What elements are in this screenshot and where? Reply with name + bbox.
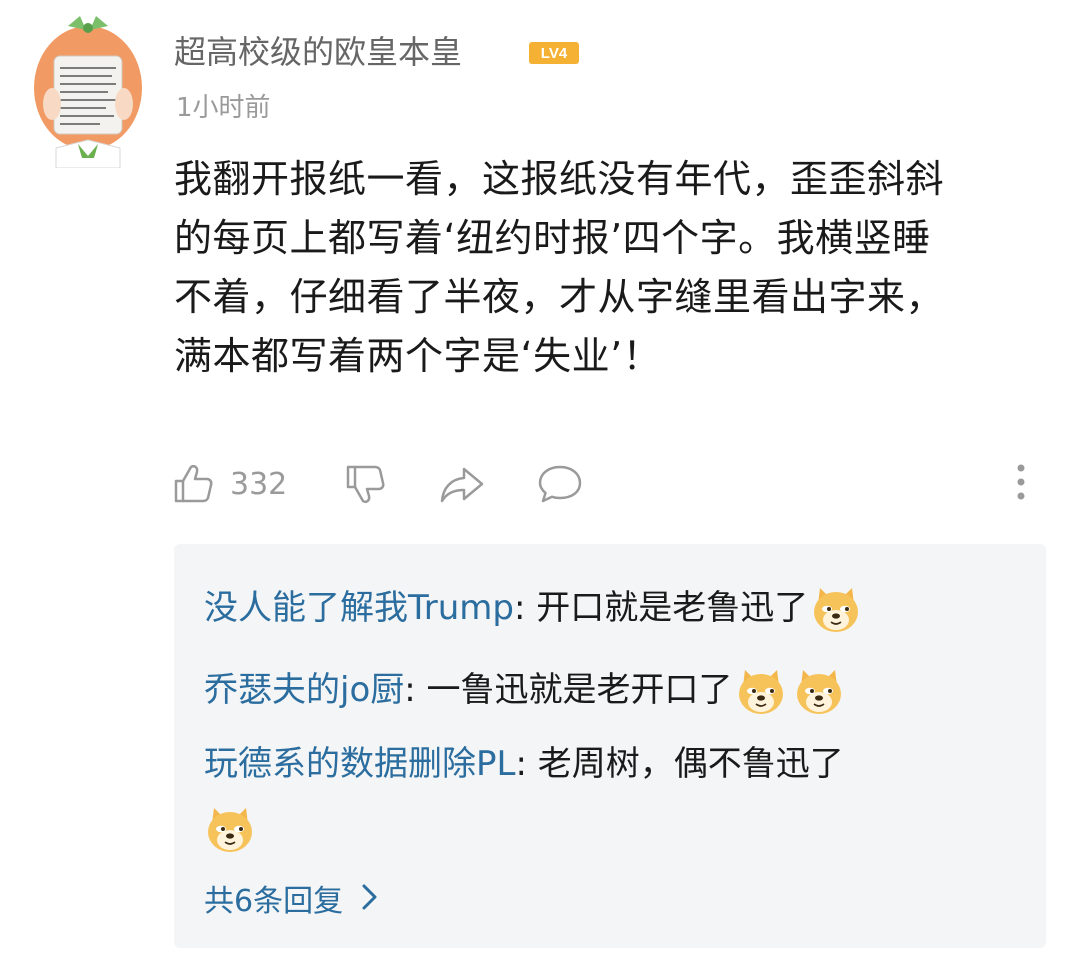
like-button[interactable]: 332: [170, 458, 287, 510]
reply-item[interactable]: 乔瑟夫的jo厨: 一鲁迅就是老开口了: [204, 664, 845, 718]
reply-text: 一鲁迅就是老开口了: [426, 670, 733, 710]
action-bar: 332: [170, 458, 1040, 510]
reply-emoji-line: [204, 802, 256, 856]
thumbs-up-icon: [174, 464, 213, 503]
reply-separator: :: [404, 670, 427, 710]
share-icon: [440, 467, 484, 503]
dislike-button[interactable]: [342, 458, 388, 510]
view-all-replies-link[interactable]: 共6条回复: [204, 878, 379, 926]
doge-emoji-icon: [735, 666, 787, 718]
reply-text: 开口就是老鲁迅了: [536, 588, 809, 628]
thumbs-down-icon: [346, 465, 385, 504]
more-vertical-icon: [1017, 464, 1025, 500]
comment-bubble-icon: [538, 465, 582, 503]
share-button[interactable]: [438, 458, 486, 510]
level-badge-label: LV4: [541, 45, 568, 62]
username[interactable]: 超高校级的欧皇本皇: [174, 30, 462, 74]
avatar[interactable]: [28, 8, 148, 168]
reply-text: 老周树，偶不鲁迅了: [537, 744, 844, 784]
reply-separator: :: [514, 588, 537, 628]
reply-author[interactable]: 没人能了解我Trump: [204, 588, 514, 628]
doge-emoji-icon: [793, 666, 845, 718]
chevron-right-icon: [361, 878, 379, 926]
reply-item[interactable]: 没人能了解我Trump: 开口就是老鲁迅了: [204, 582, 862, 636]
reply-author[interactable]: 乔瑟夫的jo厨: [204, 670, 404, 710]
reply-author[interactable]: 玩德系的数据删除PL: [204, 744, 515, 784]
reply-separator: :: [515, 744, 538, 784]
comment-card: 超高校级的欧皇本皇 LV4 1小时前 我翻开报纸一看，这报纸没有年代，歪歪斜斜 …: [0, 0, 1080, 961]
doge-emoji-icon: [204, 804, 256, 856]
doge-emoji-icon: [810, 584, 862, 636]
more-options-button[interactable]: [1006, 458, 1036, 510]
reply-button[interactable]: [536, 458, 584, 510]
timestamp: 1小时前: [176, 93, 271, 123]
replies-panel: 没人能了解我Trump: 开口就是老鲁迅了 乔瑟夫的jo厨: 一鲁迅就是老开口了…: [174, 544, 1046, 948]
comment-text: 我翻开报纸一看，这报纸没有年代，歪歪斜斜 的每页上都写着‘纽约时报’四个字。我横…: [174, 157, 945, 378]
level-badge: LV4: [528, 41, 580, 65]
like-count: 332: [230, 466, 288, 502]
reply-item[interactable]: 玩德系的数据删除PL: 老周树，偶不鲁迅了: [204, 738, 844, 790]
view-all-replies-label: 共6条回复: [204, 884, 344, 919]
avatar-image: [34, 16, 142, 168]
